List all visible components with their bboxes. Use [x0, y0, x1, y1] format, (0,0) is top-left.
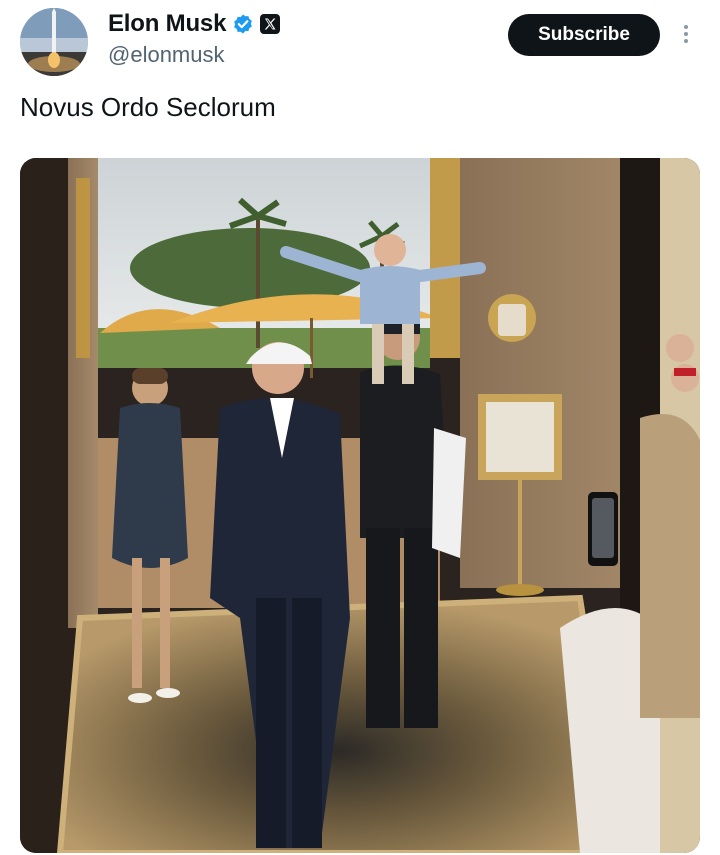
photo-illustration — [20, 158, 700, 853]
author-handle[interactable]: @elonmusk — [108, 42, 225, 68]
author-name-row: Elon Musk — [108, 10, 281, 38]
post-photo[interactable] — [20, 158, 700, 853]
x-logo-icon — [260, 14, 281, 34]
avatar[interactable] — [20, 8, 88, 76]
post-header: Elon Musk @elonmusk Subscribe — [0, 0, 720, 80]
rocket-launch-avatar-icon — [20, 8, 88, 76]
post-text: Novus Ordo Seclorum — [20, 92, 276, 122]
verified-badge-icon — [232, 13, 254, 35]
subscribe-button[interactable]: Subscribe — [508, 14, 660, 56]
more-vertical-icon[interactable] — [676, 22, 696, 48]
author-name[interactable]: Elon Musk — [108, 10, 226, 38]
